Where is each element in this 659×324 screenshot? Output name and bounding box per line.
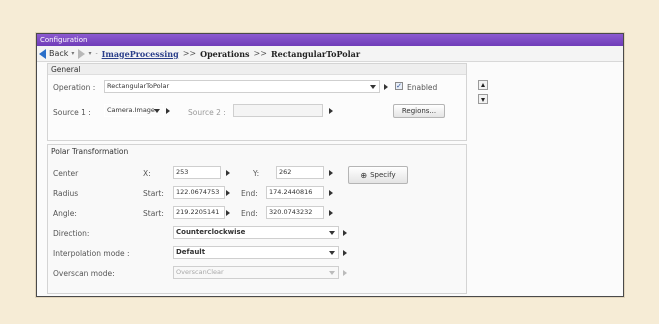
operation-label: Operation : [53, 83, 96, 92]
center-label: Center [53, 169, 79, 178]
source1-label: Source 1 : [53, 108, 91, 117]
center-x-value: 253 [176, 168, 189, 176]
direction-arrow-icon[interactable] [343, 230, 347, 236]
interpolation-select[interactable]: Default [173, 246, 339, 259]
breadcrumb-separator: >> [182, 49, 197, 58]
specify-button[interactable]: ⊕ Specify [348, 166, 408, 184]
radius-end-value: 174.2440816 [269, 188, 313, 196]
forward-dropdown-icon[interactable]: ▾ [88, 50, 91, 57]
navigation-bar: Back ▾ ▾ - ImageProcessing >> Operations… [37, 46, 623, 62]
radius-start-label: Start: [143, 189, 164, 198]
radius-end-label: End: [241, 189, 258, 198]
back-button[interactable]: Back ▾ [39, 48, 74, 59]
angle-start-input[interactable]: 219.2205141 [173, 206, 225, 219]
operation-select[interactable]: RectangularToPolar [104, 80, 380, 93]
nav-separator: - [95, 50, 98, 57]
direction-select[interactable]: Counterclockwise [173, 226, 339, 239]
breadcrumb-imageprocessing[interactable]: ImageProcessing [102, 49, 179, 59]
angle-start-label: Start: [143, 209, 164, 218]
regions-button[interactable]: Regions... [393, 104, 445, 118]
chevron-down-icon [329, 231, 335, 235]
radius-start-input[interactable]: 122.0674753 [173, 186, 225, 199]
angle-end-input[interactable]: 320.0743232 [266, 206, 324, 219]
regions-label: Regions... [401, 107, 437, 115]
overscan-label: Overscan mode: [53, 269, 115, 278]
radius-start-arrow-icon[interactable] [226, 190, 230, 196]
radius-start-value: 122.0674753 [176, 188, 220, 196]
move-up-icon[interactable] [478, 80, 488, 90]
polar-transformation-panel: Polar Transformation Center X: 253 Y: 26… [47, 144, 467, 294]
operation-value: RectangularToPolar [107, 82, 170, 90]
forward-button[interactable]: ▾ [78, 48, 91, 59]
overscan-value: OverscanClear [176, 268, 224, 276]
chevron-down-icon [329, 271, 335, 275]
direction-value: Counterclockwise [176, 228, 246, 236]
angle-end-label: End: [241, 209, 258, 218]
angle-end-arrow-icon[interactable] [329, 210, 333, 216]
center-x-input[interactable]: 253 [173, 166, 221, 179]
enabled-checkbox[interactable]: ✓ [395, 82, 403, 90]
forward-arrow-icon [78, 48, 86, 59]
center-y-arrow-icon[interactable] [329, 170, 333, 176]
breadcrumb-separator: >> [253, 49, 267, 58]
general-panel: General Operation : RectangularToPolar ✓… [47, 63, 467, 141]
center-y-value: 262 [279, 168, 292, 176]
interpolation-label: Interpolation mode : [53, 249, 130, 258]
angle-label: Angle: [53, 209, 77, 218]
source1-value: Camera.Image [107, 106, 155, 114]
breadcrumb-current: RectangularToPolar [270, 48, 361, 59]
polar-header: Polar Transformation [51, 147, 129, 156]
back-label: Back [49, 49, 69, 58]
specify-label: Specify [370, 171, 396, 179]
direction-label: Direction: [53, 229, 90, 238]
breadcrumb-operations[interactable]: Operations [200, 49, 249, 59]
source2-label: Source 2 : [188, 108, 226, 117]
chevron-down-icon [370, 85, 376, 89]
source2-field[interactable] [233, 104, 323, 117]
interpolation-arrow-icon[interactable] [343, 250, 347, 256]
general-header: General [48, 64, 466, 75]
radius-end-input[interactable]: 174.2440816 [266, 186, 324, 199]
configuration-window: Configuration Back ▾ ▾ - ImageProcessing… [36, 33, 624, 297]
source1-arrow-icon[interactable] [166, 108, 170, 114]
move-down-icon[interactable] [478, 94, 488, 104]
chevron-down-icon [154, 109, 160, 113]
angle-end-value: 320.0743232 [269, 208, 313, 216]
overscan-select[interactable]: OverscanClear [173, 266, 339, 279]
target-icon: ⊕ [360, 170, 368, 180]
y-label: Y: [253, 169, 260, 178]
radius-end-arrow-icon[interactable] [329, 190, 333, 196]
back-dropdown-icon[interactable]: ▾ [71, 50, 74, 57]
chevron-down-icon [329, 251, 335, 255]
center-x-arrow-icon[interactable] [226, 170, 230, 176]
back-arrow-icon [39, 48, 46, 59]
window-title: Configuration [37, 34, 623, 46]
x-label: X: [143, 169, 151, 178]
source2-arrow-icon[interactable] [329, 108, 333, 114]
source1-select[interactable]: Camera.Image [104, 104, 164, 117]
overscan-arrow-icon[interactable] [343, 270, 347, 276]
interpolation-value: Default [176, 248, 206, 256]
enabled-label: Enabled [407, 83, 438, 92]
operation-arrow-icon[interactable] [384, 84, 388, 90]
radius-label: Radius [53, 189, 79, 198]
angle-start-arrow-icon[interactable] [226, 210, 230, 216]
center-y-input[interactable]: 262 [276, 166, 324, 179]
angle-start-value: 219.2205141 [176, 208, 220, 216]
